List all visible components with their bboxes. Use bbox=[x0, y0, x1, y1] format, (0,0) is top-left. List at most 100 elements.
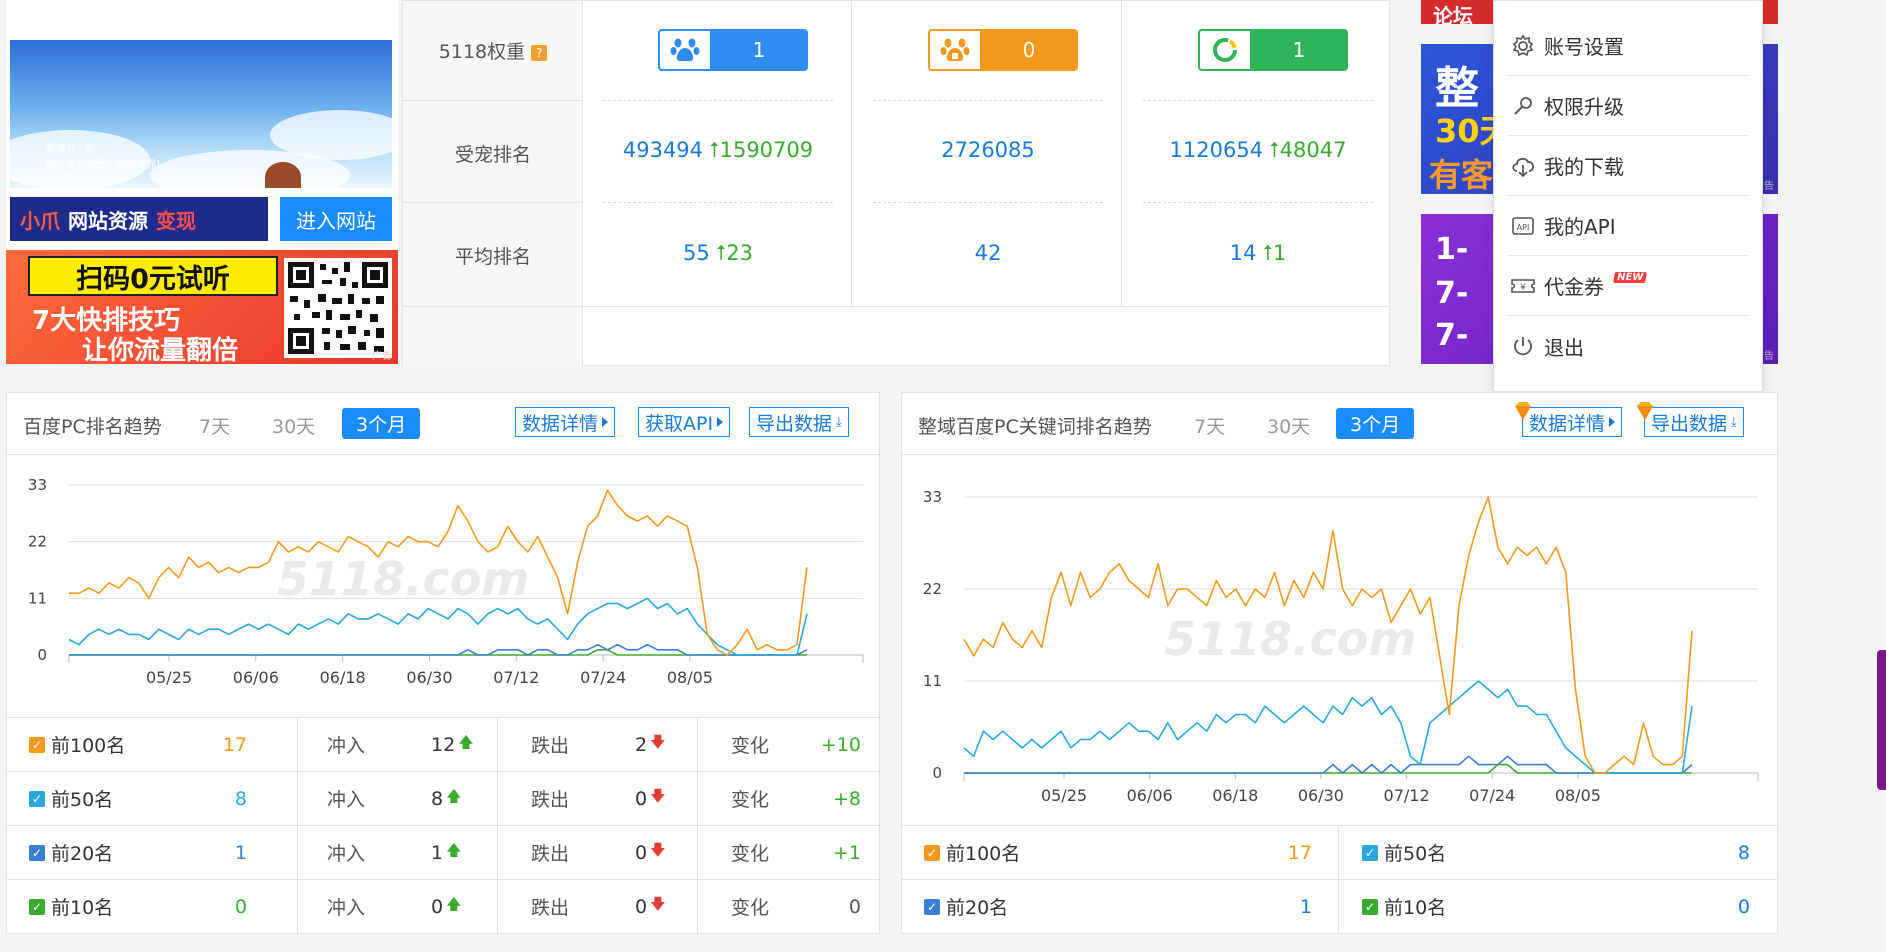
x-tick-label: 06/30 bbox=[1298, 786, 1344, 805]
user-dropdown-menu: 账号设置 权限升级 我的下载 API 我的API ¥ 代金券 NEW 退出 bbox=[1493, 0, 1763, 392]
brand-ad[interactable]: 小爪 网站资源 变现 bbox=[10, 197, 268, 241]
baidu-pc-avg: 55 ⭡23 bbox=[682, 241, 754, 265]
x-tick-label: 05/25 bbox=[1041, 786, 1087, 805]
x-tick-label: 06/06 bbox=[1127, 786, 1173, 805]
get-api-button[interactable]: 获取API bbox=[638, 407, 731, 437]
right-ad-2-line-3: 7- bbox=[1435, 318, 1469, 353]
rank-tier-checkbox[interactable]: ✓ 前100名 bbox=[29, 718, 125, 771]
download-icon: ⤓ bbox=[836, 414, 842, 430]
data-details-button[interactable]: 数据详情 bbox=[515, 407, 616, 437]
chart-title: 整域百度PC关键词排名趋势 bbox=[918, 416, 1152, 438]
x-tick-label: 06/18 bbox=[320, 668, 366, 687]
invite-banner-ad[interactable]: 邀请你一起 前往首页风景，链接世界！ INVITE bbox=[10, 40, 392, 188]
vip-diamond-icon bbox=[1515, 402, 1531, 420]
rank-up-arrow-icon: ⭡ bbox=[1269, 138, 1280, 162]
tier-count: 17 bbox=[222, 733, 247, 756]
out-count: 0 🡇 bbox=[635, 787, 666, 810]
table-row: ✓ 前20名 1 冲入 1 🡅 跌出 0 🡇 变化 +1 bbox=[7, 825, 879, 879]
so360-weight-badge[interactable]: 1 bbox=[1198, 29, 1348, 71]
baidu-pc-rank: 493494 ⭡1590709 bbox=[622, 138, 814, 162]
baidu-mobile-weight-value: 0 bbox=[1022, 38, 1036, 62]
menu-account-settings[interactable]: 账号设置 bbox=[1508, 16, 1748, 76]
series-line bbox=[69, 643, 808, 656]
qr-code-icon bbox=[284, 258, 392, 358]
avg-up-arrow-icon: ⭡ bbox=[1263, 241, 1273, 265]
rank-tier-checkbox[interactable]: ✓ 前10名 bbox=[29, 880, 113, 933]
domain-keyword-trend-card: 整域百度PC关键词排名趋势 7天 30天 3个月 数据详情 导出数据 ⤓ 5118… bbox=[901, 392, 1778, 934]
range-7d[interactable]: 7天 bbox=[1194, 412, 1225, 439]
gear-icon bbox=[1510, 33, 1536, 59]
menu-downloads[interactable]: 我的下载 bbox=[1508, 136, 1748, 196]
range-30d[interactable]: 30天 bbox=[1267, 412, 1310, 439]
table-row: ✓ 前100名 17 ✓ 前50名 8 bbox=[902, 825, 1777, 879]
x-tick-label: 06/06 bbox=[233, 668, 279, 687]
checkbox-icon: ✓ bbox=[29, 844, 45, 861]
range-3m[interactable]: 3个月 bbox=[342, 408, 421, 439]
tier-count: 0 bbox=[234, 895, 247, 918]
rank-up-arrow-icon: ⭡ bbox=[709, 138, 720, 162]
baidu-mobile-weight-badge[interactable]: 0 bbox=[928, 29, 1078, 71]
range-30d[interactable]: 30天 bbox=[272, 412, 315, 439]
rank-tier-checkbox[interactable]: ✓ 前100名 bbox=[924, 826, 1020, 879]
menu-logout[interactable]: 退出 bbox=[1508, 316, 1748, 376]
in-count: 12 🡅 bbox=[431, 733, 474, 756]
checkbox-icon: ✓ bbox=[29, 898, 45, 915]
down-arrow-icon: 🡇 bbox=[650, 733, 666, 751]
promo-ad[interactable]: 扫码0元试听 7大快排技巧 让你流量翻倍 广告 bbox=[6, 250, 398, 364]
up-arrow-icon: 🡅 bbox=[458, 733, 474, 751]
chevron-right-icon bbox=[717, 417, 724, 427]
right-ad-2-line-1: 1- bbox=[1435, 232, 1469, 267]
baidu-pc-weight-badge[interactable]: 1 bbox=[658, 29, 808, 71]
download-icon: ⤓ bbox=[1731, 414, 1737, 430]
rank-tier-checkbox[interactable]: ✓ 前10名 bbox=[1362, 880, 1446, 933]
rank-tier-checkbox[interactable]: ✓ 前50名 bbox=[29, 772, 113, 825]
tier-label: 前10名 bbox=[51, 897, 114, 919]
baidu-mobile-paw-icon bbox=[928, 29, 980, 71]
menu-my-api[interactable]: API 我的API bbox=[1508, 196, 1748, 256]
range-7d[interactable]: 7天 bbox=[199, 412, 230, 439]
in-label: 冲入 bbox=[327, 843, 366, 865]
menu-upgrade[interactable]: 权限升级 bbox=[1508, 76, 1748, 136]
data-details-button[interactable]: 数据详情 bbox=[1515, 402, 1623, 437]
change-label: 变化 bbox=[731, 789, 770, 811]
in-count: 0 🡅 bbox=[431, 895, 462, 918]
new-badge: NEW bbox=[1613, 272, 1648, 283]
up-arrow-icon: 🡅 bbox=[446, 895, 462, 913]
enter-site-button[interactable]: 进入网站 bbox=[280, 197, 392, 241]
range-3m[interactable]: 3个月 bbox=[1336, 408, 1415, 439]
up-arrow-icon: 🡅 bbox=[446, 787, 462, 805]
baidu-pc-trend-chart: 5118.com 011223305/25 06/06 06/18 06/30 07/1… bbox=[28, 476, 864, 687]
tier-count: 17 bbox=[1287, 841, 1312, 864]
svg-text:API: API bbox=[1517, 223, 1530, 232]
y-tick-label: 11 bbox=[923, 672, 942, 690]
side-float-widget[interactable] bbox=[1877, 650, 1886, 790]
help-icon[interactable]: ? bbox=[531, 44, 548, 61]
y-tick-label: 11 bbox=[28, 589, 47, 607]
checkbox-icon: ✓ bbox=[29, 736, 45, 753]
y-tick-label: 33 bbox=[28, 476, 47, 494]
brand-logo: 小爪 bbox=[20, 208, 60, 233]
rank-tier-checkbox[interactable]: ✓ 前20名 bbox=[29, 826, 113, 879]
rank-change-table: ✓ 前100名 17 冲入 12 🡅 跌出 2 🡇 变化 +10 ✓ 前50名 8 冲入 8 🡅 跌出 0 🡇 变化 +8… bbox=[7, 717, 879, 933]
table-row: ✓ 前20名 1 ✓ 前10名 0 bbox=[902, 879, 1777, 933]
export-data-button[interactable]: 导出数据 ⤓ bbox=[749, 407, 849, 437]
table-row: ✓ 前50名 8 冲入 8 🡅 跌出 0 🡇 变化 +8 bbox=[7, 771, 879, 825]
out-label: 跌出 bbox=[531, 843, 570, 865]
rank-row-label: 受宠排名 bbox=[454, 144, 531, 166]
x-tick-label: 08/05 bbox=[667, 668, 713, 687]
invite-subtext: 前往首页风景，链接世界！ bbox=[46, 160, 166, 171]
rank-tier-checkbox[interactable]: ✓ 前50名 bbox=[1362, 826, 1446, 879]
table-row: ✓ 前100名 17 冲入 12 🡅 跌出 2 🡇 变化 +10 bbox=[7, 717, 879, 771]
y-tick-label: 0 bbox=[37, 646, 47, 664]
forum-ad-text: 论坛 bbox=[1433, 4, 1473, 28]
rank-tier-checkbox[interactable]: ✓ 前20名 bbox=[924, 880, 1008, 933]
export-data-button[interactable]: 导出数据 ⤓ bbox=[1637, 402, 1744, 437]
out-count: 0 🡇 bbox=[635, 841, 666, 864]
chart-header: 整域百度PC关键词排名趋势 7天 30天 3个月 数据详情 导出数据 ⤓ bbox=[902, 393, 1777, 455]
weight-row-label: 5118权重 ? bbox=[403, 37, 583, 64]
series-line bbox=[964, 755, 1693, 774]
menu-coupons[interactable]: ¥ 代金券 NEW bbox=[1508, 256, 1748, 316]
brand-red-text: 变现 bbox=[156, 208, 196, 233]
invite-text: 邀请你一起 bbox=[46, 144, 96, 155]
baidu-mobile-avg: 42 bbox=[974, 241, 1002, 265]
